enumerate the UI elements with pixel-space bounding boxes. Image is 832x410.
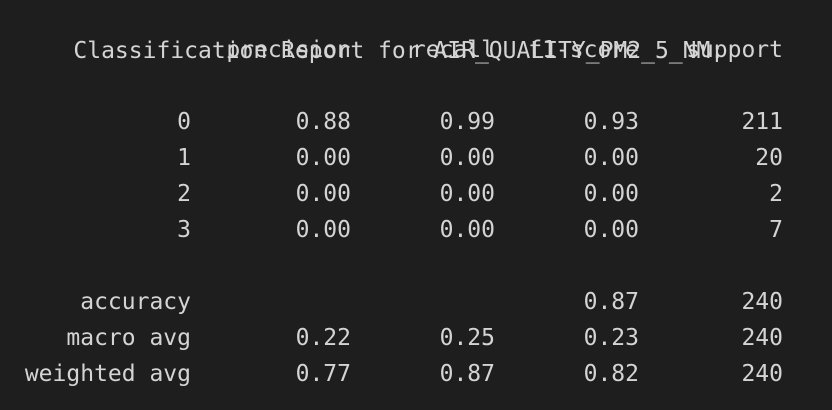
report-title: Classification Report for AIR_QUALITY_PM…	[18, 0, 724, 64]
header-f1-score: f1-score	[528, 37, 639, 63]
row-f1-score: 0.00	[583, 217, 639, 243]
row-label: 2	[177, 181, 191, 207]
row-label: weighted avg	[24, 361, 191, 387]
row-precision: 0.00	[295, 181, 351, 207]
row-precision: 0.77	[295, 361, 351, 387]
row-label: 0	[177, 109, 191, 135]
row-f1-score: 0.23	[583, 325, 639, 351]
row-precision: 0.00	[295, 145, 351, 171]
row-support: 240	[741, 289, 783, 315]
summary-row-weighted-avg: weighted avg 0.77 0.87 0.82 240	[18, 356, 818, 392]
row-support: 20	[755, 145, 783, 171]
terminal-output: Classification Report for AIR_QUALITY_PM…	[0, 0, 832, 410]
row-recall: 0.99	[439, 109, 495, 135]
row-support: 2	[769, 181, 783, 207]
summary-row-macro-avg: macro avg 0.22 0.25 0.23 240	[18, 320, 818, 356]
header-recall: recall	[411, 37, 495, 63]
row-label: 1	[177, 145, 191, 171]
row-label: macro avg	[66, 325, 191, 351]
row-support: 240	[741, 361, 783, 387]
row-precision: 0.22	[295, 325, 351, 351]
row-f1-score: 0.93	[583, 109, 639, 135]
table-row: 3 0.00 0.00 0.00 7	[18, 212, 818, 248]
row-f1-score: 0.00	[583, 181, 639, 207]
row-label: 3	[177, 217, 191, 243]
row-recall: 0.00	[439, 181, 495, 207]
row-label: accuracy	[80, 289, 191, 315]
header-support: support	[686, 37, 783, 63]
row-precision: 0.00	[295, 217, 351, 243]
row-f1-score: 0.87	[583, 289, 639, 315]
header-precision: precision	[226, 37, 351, 63]
row-recall: 0.00	[439, 217, 495, 243]
table-row: 2 0.00 0.00 0.00 2	[18, 176, 818, 212]
row-f1-score: 0.00	[583, 145, 639, 171]
row-support: 240	[741, 325, 783, 351]
row-support: 7	[769, 217, 783, 243]
row-recall: 0.00	[439, 145, 495, 171]
summary-row-accuracy: accuracy 0.87 240	[18, 284, 818, 320]
header-row: precision recall f1-score support	[18, 32, 818, 68]
row-precision: 0.88	[295, 109, 351, 135]
row-recall: 0.25	[439, 325, 495, 351]
row-recall: 0.87	[439, 361, 495, 387]
row-support: 211	[741, 109, 783, 135]
table-row: 0 0.88 0.99 0.93 211	[18, 104, 818, 140]
table-row: 1 0.00 0.00 0.00 20	[18, 140, 818, 176]
row-f1-score: 0.82	[583, 361, 639, 387]
